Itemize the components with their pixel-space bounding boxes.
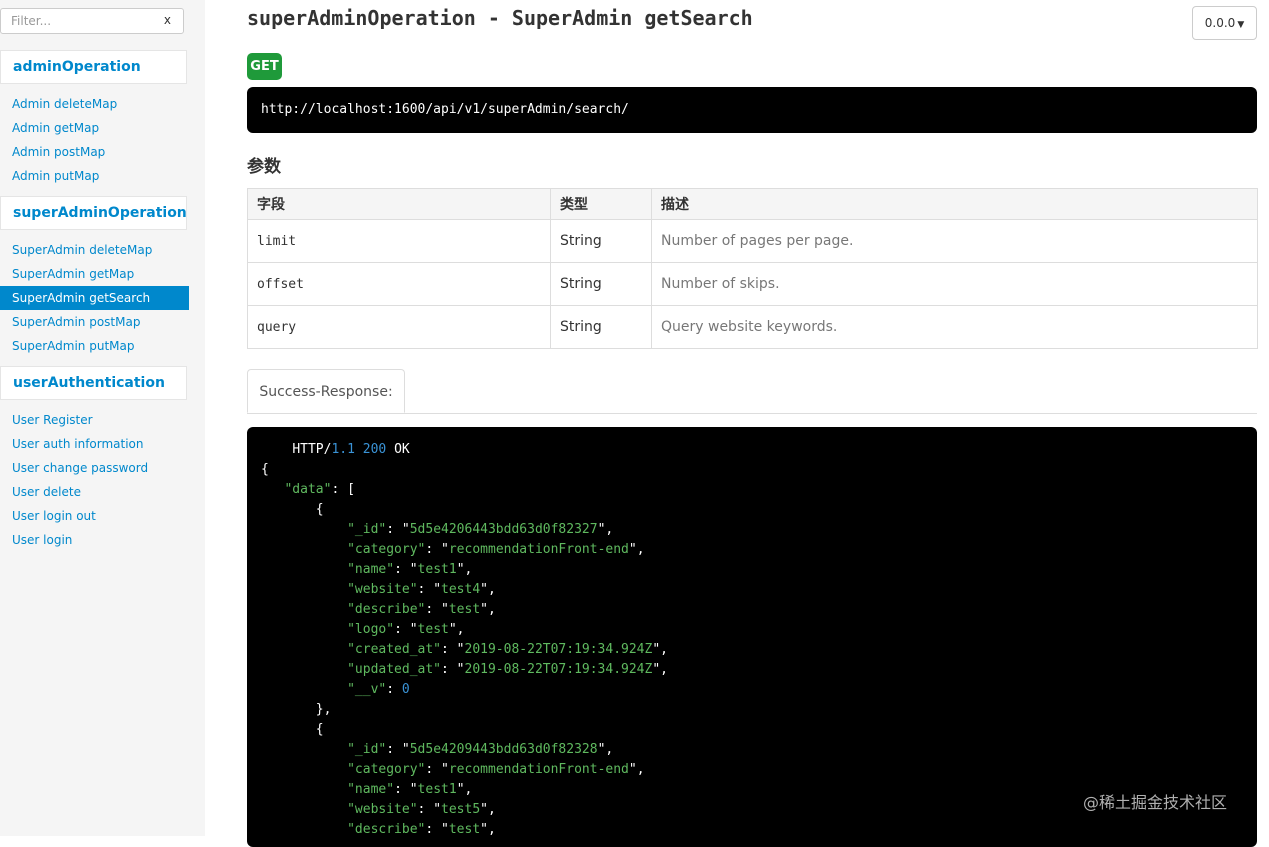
parameters-table: 字段 类型 描述 limit String Number of pages pe…: [247, 188, 1258, 349]
nav-item-superadmin-putmap[interactable]: SuperAdmin putMap: [0, 334, 189, 358]
nav-item-user-auth-information[interactable]: User auth information: [0, 432, 189, 456]
column-header-description: 描述: [651, 188, 1258, 220]
version-dropdown[interactable]: 0.0.0 ▼: [1192, 6, 1257, 40]
column-header-field: 字段: [247, 188, 551, 220]
code-value: recommendationFront-end: [448, 542, 629, 557]
filter-box: x: [0, 8, 184, 34]
table-header-row: 字段 类型 描述: [247, 188, 1258, 220]
parameters-heading: 参数: [247, 157, 281, 177]
nav-item-superadmin-postmap[interactable]: SuperAdmin postMap: [0, 310, 189, 334]
response-code: HTTP/1.1 200 OK { "data": [ { "_id": "5d…: [261, 442, 668, 837]
nav-item-user-login[interactable]: User login: [0, 528, 189, 552]
param-field: offset: [247, 262, 551, 306]
nav-group-admin-operation[interactable]: adminOperation: [0, 50, 187, 84]
response-tabs: Success-Response:: [247, 369, 1257, 414]
code-value: test5: [441, 802, 481, 817]
param-type: String: [550, 262, 652, 306]
tab-success-response[interactable]: Success-Response:: [247, 369, 405, 413]
table-row: offset String Number of skips.: [247, 262, 1258, 306]
version-label: 0.0.0: [1204, 16, 1236, 30]
code-value: recommendationFront-end: [448, 762, 629, 777]
param-description: Number of pages per page.: [651, 219, 1258, 263]
param-type: String: [550, 305, 652, 349]
code-value: test4: [441, 582, 481, 597]
param-field: limit: [247, 219, 551, 263]
nav-item-superadmin-getsearch[interactable]: SuperAdmin getSearch: [0, 286, 189, 310]
code-value: 5d5e4209443bdd63d0f82328: [409, 742, 598, 757]
nav-item-superadmin-deletemap[interactable]: SuperAdmin deleteMap: [0, 238, 189, 262]
code-value: test: [448, 822, 481, 837]
param-description: Query website keywords.: [651, 305, 1258, 349]
nav-item-user-login-out[interactable]: User login out: [0, 504, 189, 528]
code-value: 2019-08-22T07:19:34.924Z: [464, 662, 653, 677]
nav-item-admin-postmap[interactable]: Admin postMap: [0, 140, 189, 164]
caret-down-icon: ▼: [1237, 20, 1245, 30]
param-field: query: [247, 305, 551, 349]
nav-item-admin-getmap[interactable]: Admin getMap: [0, 116, 189, 140]
code-value: 5d5e4206443bdd63d0f82327: [409, 522, 598, 537]
code-protocol: HTTP/: [292, 442, 332, 457]
method-badge: GET: [247, 53, 282, 80]
code-value: test1: [417, 782, 457, 797]
table-row: limit String Number of pages per page.: [247, 219, 1258, 263]
table-row: query String Query website keywords.: [247, 305, 1258, 349]
code-http-version: 1.1: [331, 442, 355, 457]
code-value: test: [448, 602, 481, 617]
clear-filter-button[interactable]: x: [164, 13, 171, 27]
code-status-code: 200: [362, 442, 387, 457]
sidebar: x adminOperation Admin deleteMap Admin g…: [0, 0, 205, 836]
code-status-text: OK: [394, 442, 410, 457]
code-value: test1: [417, 562, 457, 577]
code-value: 0: [401, 682, 410, 697]
nav-group-user-authentication[interactable]: userAuthentication: [0, 366, 187, 400]
param-type: String: [550, 219, 652, 263]
nav-item-admin-deletemap[interactable]: Admin deleteMap: [0, 92, 189, 116]
nav-item-user-register[interactable]: User Register: [0, 408, 189, 432]
column-header-type: 类型: [550, 188, 652, 220]
nav-group-super-admin-operation[interactable]: superAdminOperation: [0, 196, 187, 230]
code-value: 2019-08-22T07:19:34.924Z: [464, 642, 653, 657]
page-title: superAdminOperation - SuperAdmin getSear…: [247, 6, 753, 30]
nav-item-user-change-password[interactable]: User change password: [0, 456, 189, 480]
code-value: test: [417, 622, 449, 637]
endpoint-url: http://localhost:1600/api/v1/superAdmin/…: [247, 87, 1257, 133]
watermark: @稀土掘金技术社区: [1083, 793, 1228, 812]
nav-item-user-delete[interactable]: User delete: [0, 480, 189, 504]
filter-input[interactable]: [9, 13, 153, 29]
response-code-block: HTTP/1.1 200 OK { "data": [ { "_id": "5d…: [247, 427, 1257, 847]
nav-item-admin-putmap[interactable]: Admin putMap: [0, 164, 189, 188]
param-description: Number of skips.: [651, 262, 1258, 306]
nav-item-superadmin-getmap[interactable]: SuperAdmin getMap: [0, 262, 189, 286]
